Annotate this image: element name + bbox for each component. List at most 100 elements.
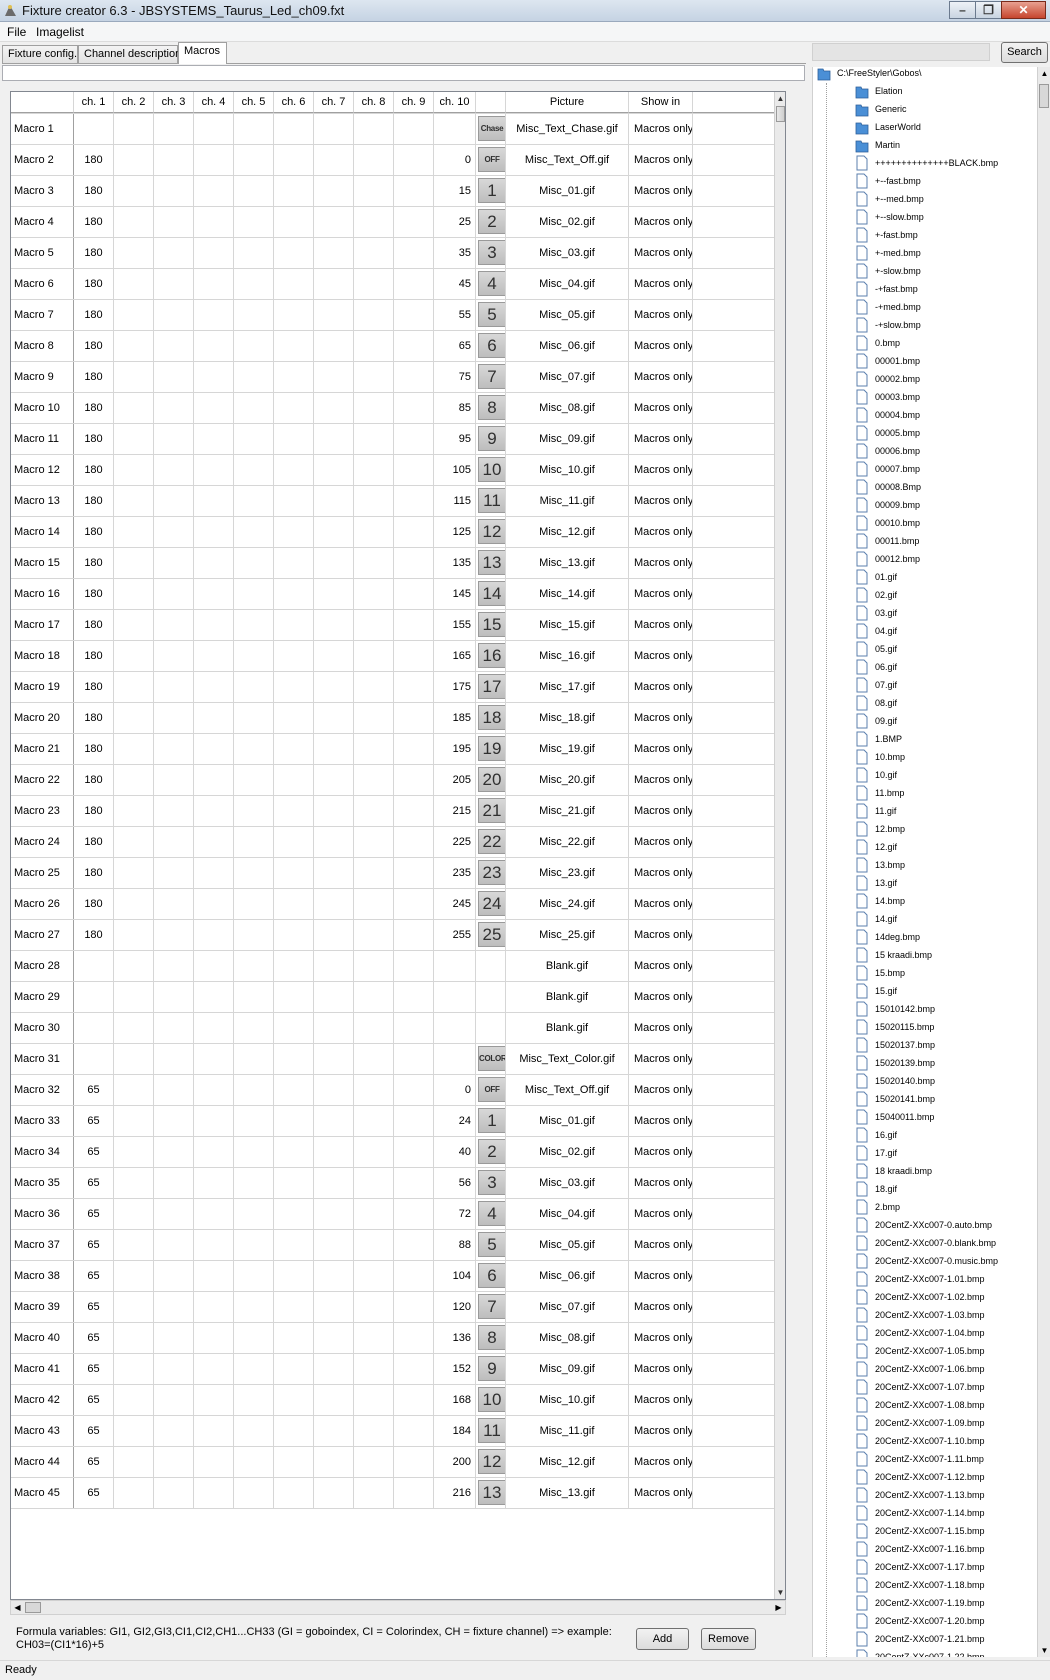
channel-cell[interactable] [154,1385,194,1415]
ch1-cell[interactable] [74,1013,114,1043]
channel-cell[interactable] [154,517,194,547]
picture-cell[interactable]: Misc_05.gif [506,300,629,330]
channel-cell[interactable] [354,331,394,361]
channel-cell[interactable] [194,145,234,175]
channel-cell[interactable] [314,827,354,857]
channel-cell[interactable] [314,1168,354,1198]
picture-thumbnail-cell[interactable]: OFF [476,1075,506,1105]
channel-cell[interactable] [314,672,354,702]
picture-cell[interactable]: Misc_08.gif [506,393,629,423]
channel-cell[interactable] [314,1292,354,1322]
channel-cell[interactable] [234,1230,274,1260]
channel-cell[interactable] [154,1292,194,1322]
channel-cell[interactable] [354,765,394,795]
picture-cell[interactable]: Misc_Text_Off.gif [506,145,629,175]
macro-name-cell[interactable]: Macro 42 [11,1385,74,1415]
channel-cell[interactable] [274,1230,314,1260]
table-row[interactable]: Macro 43 65 184 11 Misc_11.gif Macros only [11,1416,775,1447]
channel-cell[interactable] [354,486,394,516]
channel-cell[interactable] [274,827,314,857]
channel-cell[interactable] [234,1478,274,1508]
macro-name-cell[interactable]: Macro 15 [11,548,74,578]
remove-button[interactable]: Remove [701,1628,756,1650]
ch1-cell[interactable]: 180 [74,300,114,330]
ch10-cell[interactable]: 215 [434,796,476,826]
macro-name-cell[interactable]: Macro 38 [11,1261,74,1291]
picture-thumbnail-cell[interactable]: 13 [476,1478,506,1508]
ch10-cell[interactable]: 75 [434,362,476,392]
spacer-cell[interactable] [693,1199,775,1229]
macro-name-cell[interactable]: Macro 28 [11,951,74,981]
ch1-cell[interactable] [74,1044,114,1074]
channel-cell[interactable] [114,331,154,361]
picture-cell[interactable]: Misc_01.gif [506,176,629,206]
channel-cell[interactable] [154,827,194,857]
spacer-cell[interactable] [693,1261,775,1291]
show-in-cell[interactable]: Macros only [629,1044,693,1074]
channel-cell[interactable] [114,1075,154,1105]
ch10-cell[interactable]: 195 [434,734,476,764]
channel-cell[interactable] [234,951,274,981]
table-row[interactable]: Macro 7 180 55 5 Misc_05.gif Macros only [11,300,775,331]
ch1-cell[interactable]: 65 [74,1075,114,1105]
column-header[interactable]: Show in [629,92,693,113]
ch10-cell[interactable]: 136 [434,1323,476,1353]
picture-thumbnail-cell[interactable]: 5 [476,1230,506,1260]
channel-cell[interactable] [194,641,234,671]
picture-thumbnail-cell[interactable]: 14 [476,579,506,609]
picture-thumbnail-cell[interactable]: 4 [476,1199,506,1229]
picture-cell[interactable]: Misc_06.gif [506,1261,629,1291]
channel-cell[interactable] [154,486,194,516]
channel-cell[interactable] [194,455,234,485]
grid-horizontal-scrollbar[interactable]: ◀ ▶ [10,1600,786,1615]
channel-cell[interactable] [394,517,434,547]
channel-cell[interactable] [114,579,154,609]
channel-cell[interactable] [394,269,434,299]
ch1-cell[interactable]: 65 [74,1261,114,1291]
channel-cell[interactable] [314,1354,354,1384]
channel-cell[interactable] [394,455,434,485]
minimize-button[interactable]: – [949,1,976,19]
channel-cell[interactable] [114,951,154,981]
spacer-cell[interactable] [693,1354,775,1384]
channel-cell[interactable] [194,207,234,237]
channel-cell[interactable] [114,610,154,640]
macro-name-cell[interactable]: Macro 31 [11,1044,74,1074]
channel-cell[interactable] [274,889,314,919]
spacer-cell[interactable] [693,796,775,826]
picture-thumbnail-cell[interactable]: 6 [476,1261,506,1291]
channel-cell[interactable] [274,393,314,423]
ch10-cell[interactable]: 152 [434,1354,476,1384]
ch1-cell[interactable]: 65 [74,1292,114,1322]
show-in-cell[interactable]: Macros only [629,548,693,578]
macro-name-cell[interactable]: Macro 19 [11,672,74,702]
ch1-cell[interactable]: 180 [74,424,114,454]
channel-cell[interactable] [394,1447,434,1477]
channel-cell[interactable] [154,1106,194,1136]
channel-cell[interactable] [274,1385,314,1415]
picture-cell[interactable]: Misc_02.gif [506,207,629,237]
ch10-cell[interactable]: 95 [434,424,476,454]
ch10-cell[interactable]: 15 [434,176,476,206]
channel-cell[interactable] [274,1292,314,1322]
channel-cell[interactable] [114,1137,154,1167]
channel-cell[interactable] [234,114,274,144]
channel-cell[interactable] [114,982,154,1012]
channel-cell[interactable] [194,579,234,609]
channel-cell[interactable] [314,145,354,175]
picture-cell[interactable]: Misc_05.gif [506,1230,629,1260]
channel-cell[interactable] [194,1013,234,1043]
channel-cell[interactable] [154,269,194,299]
channel-cell[interactable] [394,982,434,1012]
table-row[interactable]: Macro 44 65 200 12 Misc_12.gif Macros only [11,1447,775,1478]
channel-cell[interactable] [354,610,394,640]
picture-cell[interactable]: Misc_03.gif [506,238,629,268]
picture-thumbnail-cell[interactable]: 23 [476,858,506,888]
ch1-cell[interactable]: 180 [74,238,114,268]
channel-cell[interactable] [394,393,434,423]
channel-cell[interactable] [194,1323,234,1353]
table-row[interactable]: Macro 16 180 145 14 Misc_14.gif Macros only [11,579,775,610]
channel-cell[interactable] [274,1013,314,1043]
picture-cell[interactable]: Misc_22.gif [506,827,629,857]
channel-cell[interactable] [114,393,154,423]
